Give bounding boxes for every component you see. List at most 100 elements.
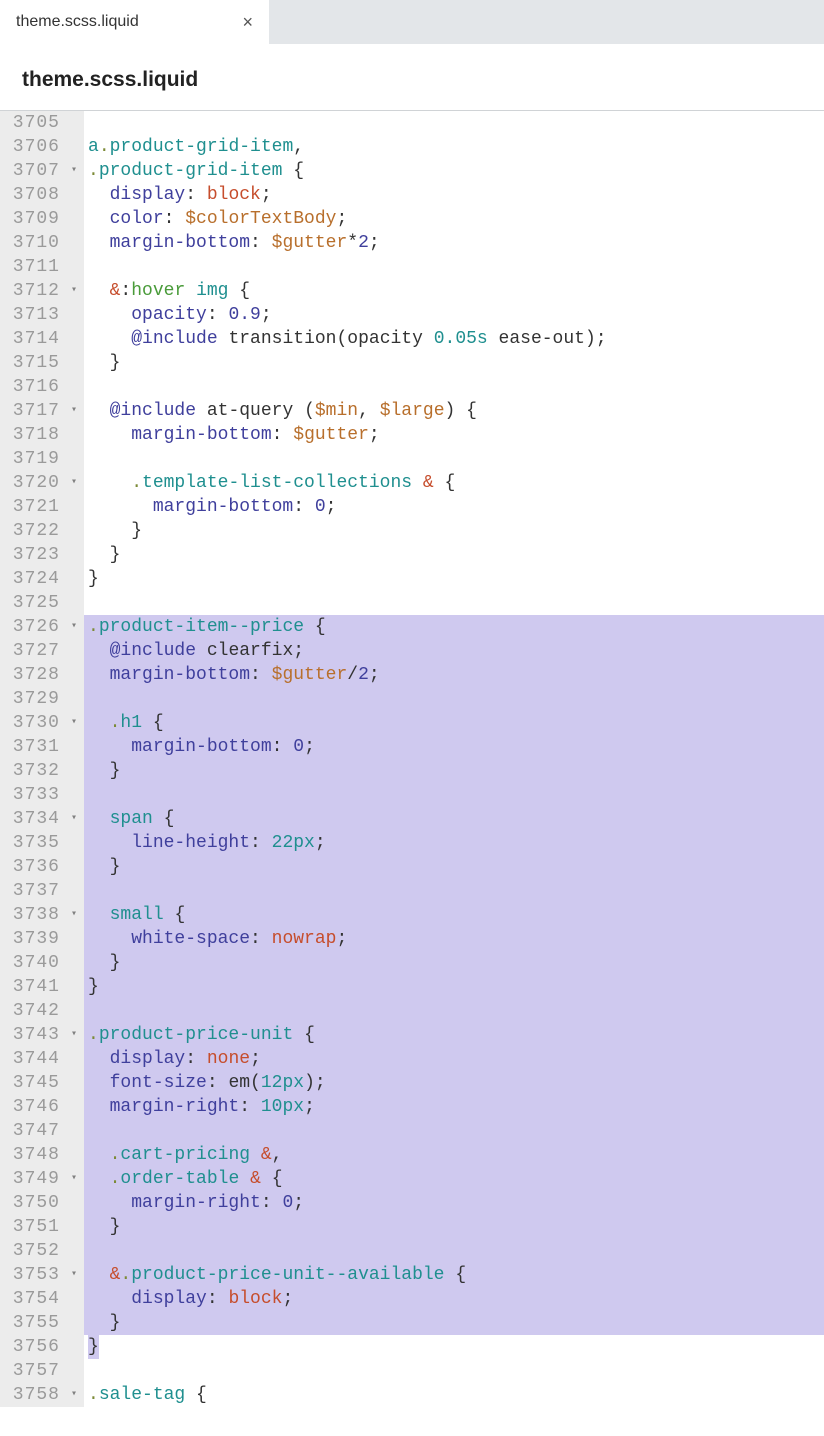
code-line[interactable]: small { xyxy=(84,903,824,927)
line-number: 3724 xyxy=(0,567,64,591)
line-number: 3727 xyxy=(0,639,64,663)
code-line[interactable] xyxy=(84,591,824,615)
fold-marker[interactable]: ▾ xyxy=(64,711,84,735)
fold-marker xyxy=(64,1119,84,1143)
fold-marker[interactable]: ▾ xyxy=(64,807,84,831)
line-number: 3746 xyxy=(0,1095,64,1119)
code-line[interactable]: display: block; xyxy=(84,1287,824,1311)
code-line[interactable]: } xyxy=(84,1335,824,1359)
code-line[interactable]: } xyxy=(84,975,824,999)
fold-marker[interactable]: ▾ xyxy=(64,1167,84,1191)
fold-marker[interactable]: ▾ xyxy=(64,903,84,927)
code-area[interactable]: a.product-grid-item,.product-grid-item {… xyxy=(84,111,824,1407)
code-line[interactable]: &.product-price-unit--available { xyxy=(84,1263,824,1287)
code-line[interactable]: .product-grid-item { xyxy=(84,159,824,183)
code-line[interactable]: } xyxy=(84,543,824,567)
line-number: 3715 xyxy=(0,351,64,375)
fold-marker xyxy=(64,303,84,327)
code-line[interactable] xyxy=(84,255,824,279)
code-line[interactable]: margin-right: 0; xyxy=(84,1191,824,1215)
code-line[interactable]: .sale-tag { xyxy=(84,1383,824,1407)
code-line[interactable] xyxy=(84,999,824,1023)
line-number: 3723 xyxy=(0,543,64,567)
code-line[interactable]: margin-bottom: 0; xyxy=(84,495,824,519)
code-line[interactable]: span { xyxy=(84,807,824,831)
code-line[interactable]: } xyxy=(84,1215,824,1239)
code-line[interactable] xyxy=(84,447,824,471)
code-line[interactable] xyxy=(84,375,824,399)
code-line[interactable]: @include at-query ($min, $large) { xyxy=(84,399,824,423)
code-line[interactable]: color: $colorTextBody; xyxy=(84,207,824,231)
close-icon[interactable]: × xyxy=(242,12,253,33)
line-number: 3744 xyxy=(0,1047,64,1071)
code-line[interactable]: opacity: 0.9; xyxy=(84,303,824,327)
tab-theme-scss-liquid[interactable]: theme.scss.liquid × xyxy=(0,0,270,44)
fold-marker[interactable]: ▾ xyxy=(64,471,84,495)
line-number: 3734 xyxy=(0,807,64,831)
line-number: 3722 xyxy=(0,519,64,543)
code-editor[interactable]: 3705370637073708370937103711371237133714… xyxy=(0,110,824,1407)
code-line[interactable] xyxy=(84,111,824,135)
code-line[interactable]: .product-price-unit { xyxy=(84,1023,824,1047)
line-number: 3752 xyxy=(0,1239,64,1263)
line-number: 3718 xyxy=(0,423,64,447)
code-line[interactable]: } xyxy=(84,1311,824,1335)
fold-marker xyxy=(64,663,84,687)
line-number: 3705 xyxy=(0,111,64,135)
line-number: 3729 xyxy=(0,687,64,711)
code-line[interactable]: margin-bottom: $gutter*2; xyxy=(84,231,824,255)
code-line[interactable]: a.product-grid-item, xyxy=(84,135,824,159)
code-line[interactable]: margin-bottom: $gutter; xyxy=(84,423,824,447)
code-line[interactable]: } xyxy=(84,567,824,591)
code-line[interactable]: @include transition(opacity 0.05s ease-o… xyxy=(84,327,824,351)
fold-marker xyxy=(64,831,84,855)
tab-label: theme.scss.liquid xyxy=(16,13,139,31)
code-line[interactable]: display: none; xyxy=(84,1047,824,1071)
code-line[interactable] xyxy=(84,1359,824,1383)
code-line[interactable]: line-height: 22px; xyxy=(84,831,824,855)
line-number: 3737 xyxy=(0,879,64,903)
code-line[interactable]: font-size: em(12px); xyxy=(84,1071,824,1095)
code-line[interactable]: .cart-pricing &, xyxy=(84,1143,824,1167)
code-line[interactable]: .product-item--price { xyxy=(84,615,824,639)
code-line[interactable]: .order-table & { xyxy=(84,1167,824,1191)
fold-marker[interactable]: ▾ xyxy=(64,1263,84,1287)
code-line[interactable]: white-space: nowrap; xyxy=(84,927,824,951)
code-line[interactable] xyxy=(84,687,824,711)
fold-marker xyxy=(64,1047,84,1071)
code-line[interactable]: margin-bottom: 0; xyxy=(84,735,824,759)
code-line[interactable]: margin-right: 10px; xyxy=(84,1095,824,1119)
code-line[interactable]: } xyxy=(84,951,824,975)
code-line[interactable]: } xyxy=(84,351,824,375)
fold-marker[interactable]: ▾ xyxy=(64,615,84,639)
code-line[interactable] xyxy=(84,1239,824,1263)
fold-marker[interactable]: ▾ xyxy=(64,279,84,303)
fold-marker[interactable]: ▾ xyxy=(64,159,84,183)
fold-marker[interactable]: ▾ xyxy=(64,1383,84,1407)
code-line[interactable]: margin-bottom: $gutter/2; xyxy=(84,663,824,687)
fold-marker[interactable]: ▾ xyxy=(64,399,84,423)
code-line[interactable]: } xyxy=(84,759,824,783)
code-line[interactable]: } xyxy=(84,519,824,543)
code-line[interactable] xyxy=(84,879,824,903)
line-number: 3735 xyxy=(0,831,64,855)
line-number: 3707 xyxy=(0,159,64,183)
line-number: 3748 xyxy=(0,1143,64,1167)
code-line[interactable]: .template-list-collections & { xyxy=(84,471,824,495)
file-title: theme.scss.liquid xyxy=(0,44,824,110)
fold-marker xyxy=(64,1239,84,1263)
code-line[interactable]: } xyxy=(84,855,824,879)
fold-marker xyxy=(64,783,84,807)
code-line[interactable]: &:hover img { xyxy=(84,279,824,303)
code-line[interactable] xyxy=(84,1119,824,1143)
fold-marker[interactable]: ▾ xyxy=(64,1023,84,1047)
fold-marker xyxy=(64,1359,84,1383)
code-line[interactable]: display: block; xyxy=(84,183,824,207)
code-line[interactable] xyxy=(84,783,824,807)
line-number: 3711 xyxy=(0,255,64,279)
fold-marker xyxy=(64,855,84,879)
line-number: 3757 xyxy=(0,1359,64,1383)
code-line[interactable]: .h1 { xyxy=(84,711,824,735)
line-number: 3708 xyxy=(0,183,64,207)
code-line[interactable]: @include clearfix; xyxy=(84,639,824,663)
